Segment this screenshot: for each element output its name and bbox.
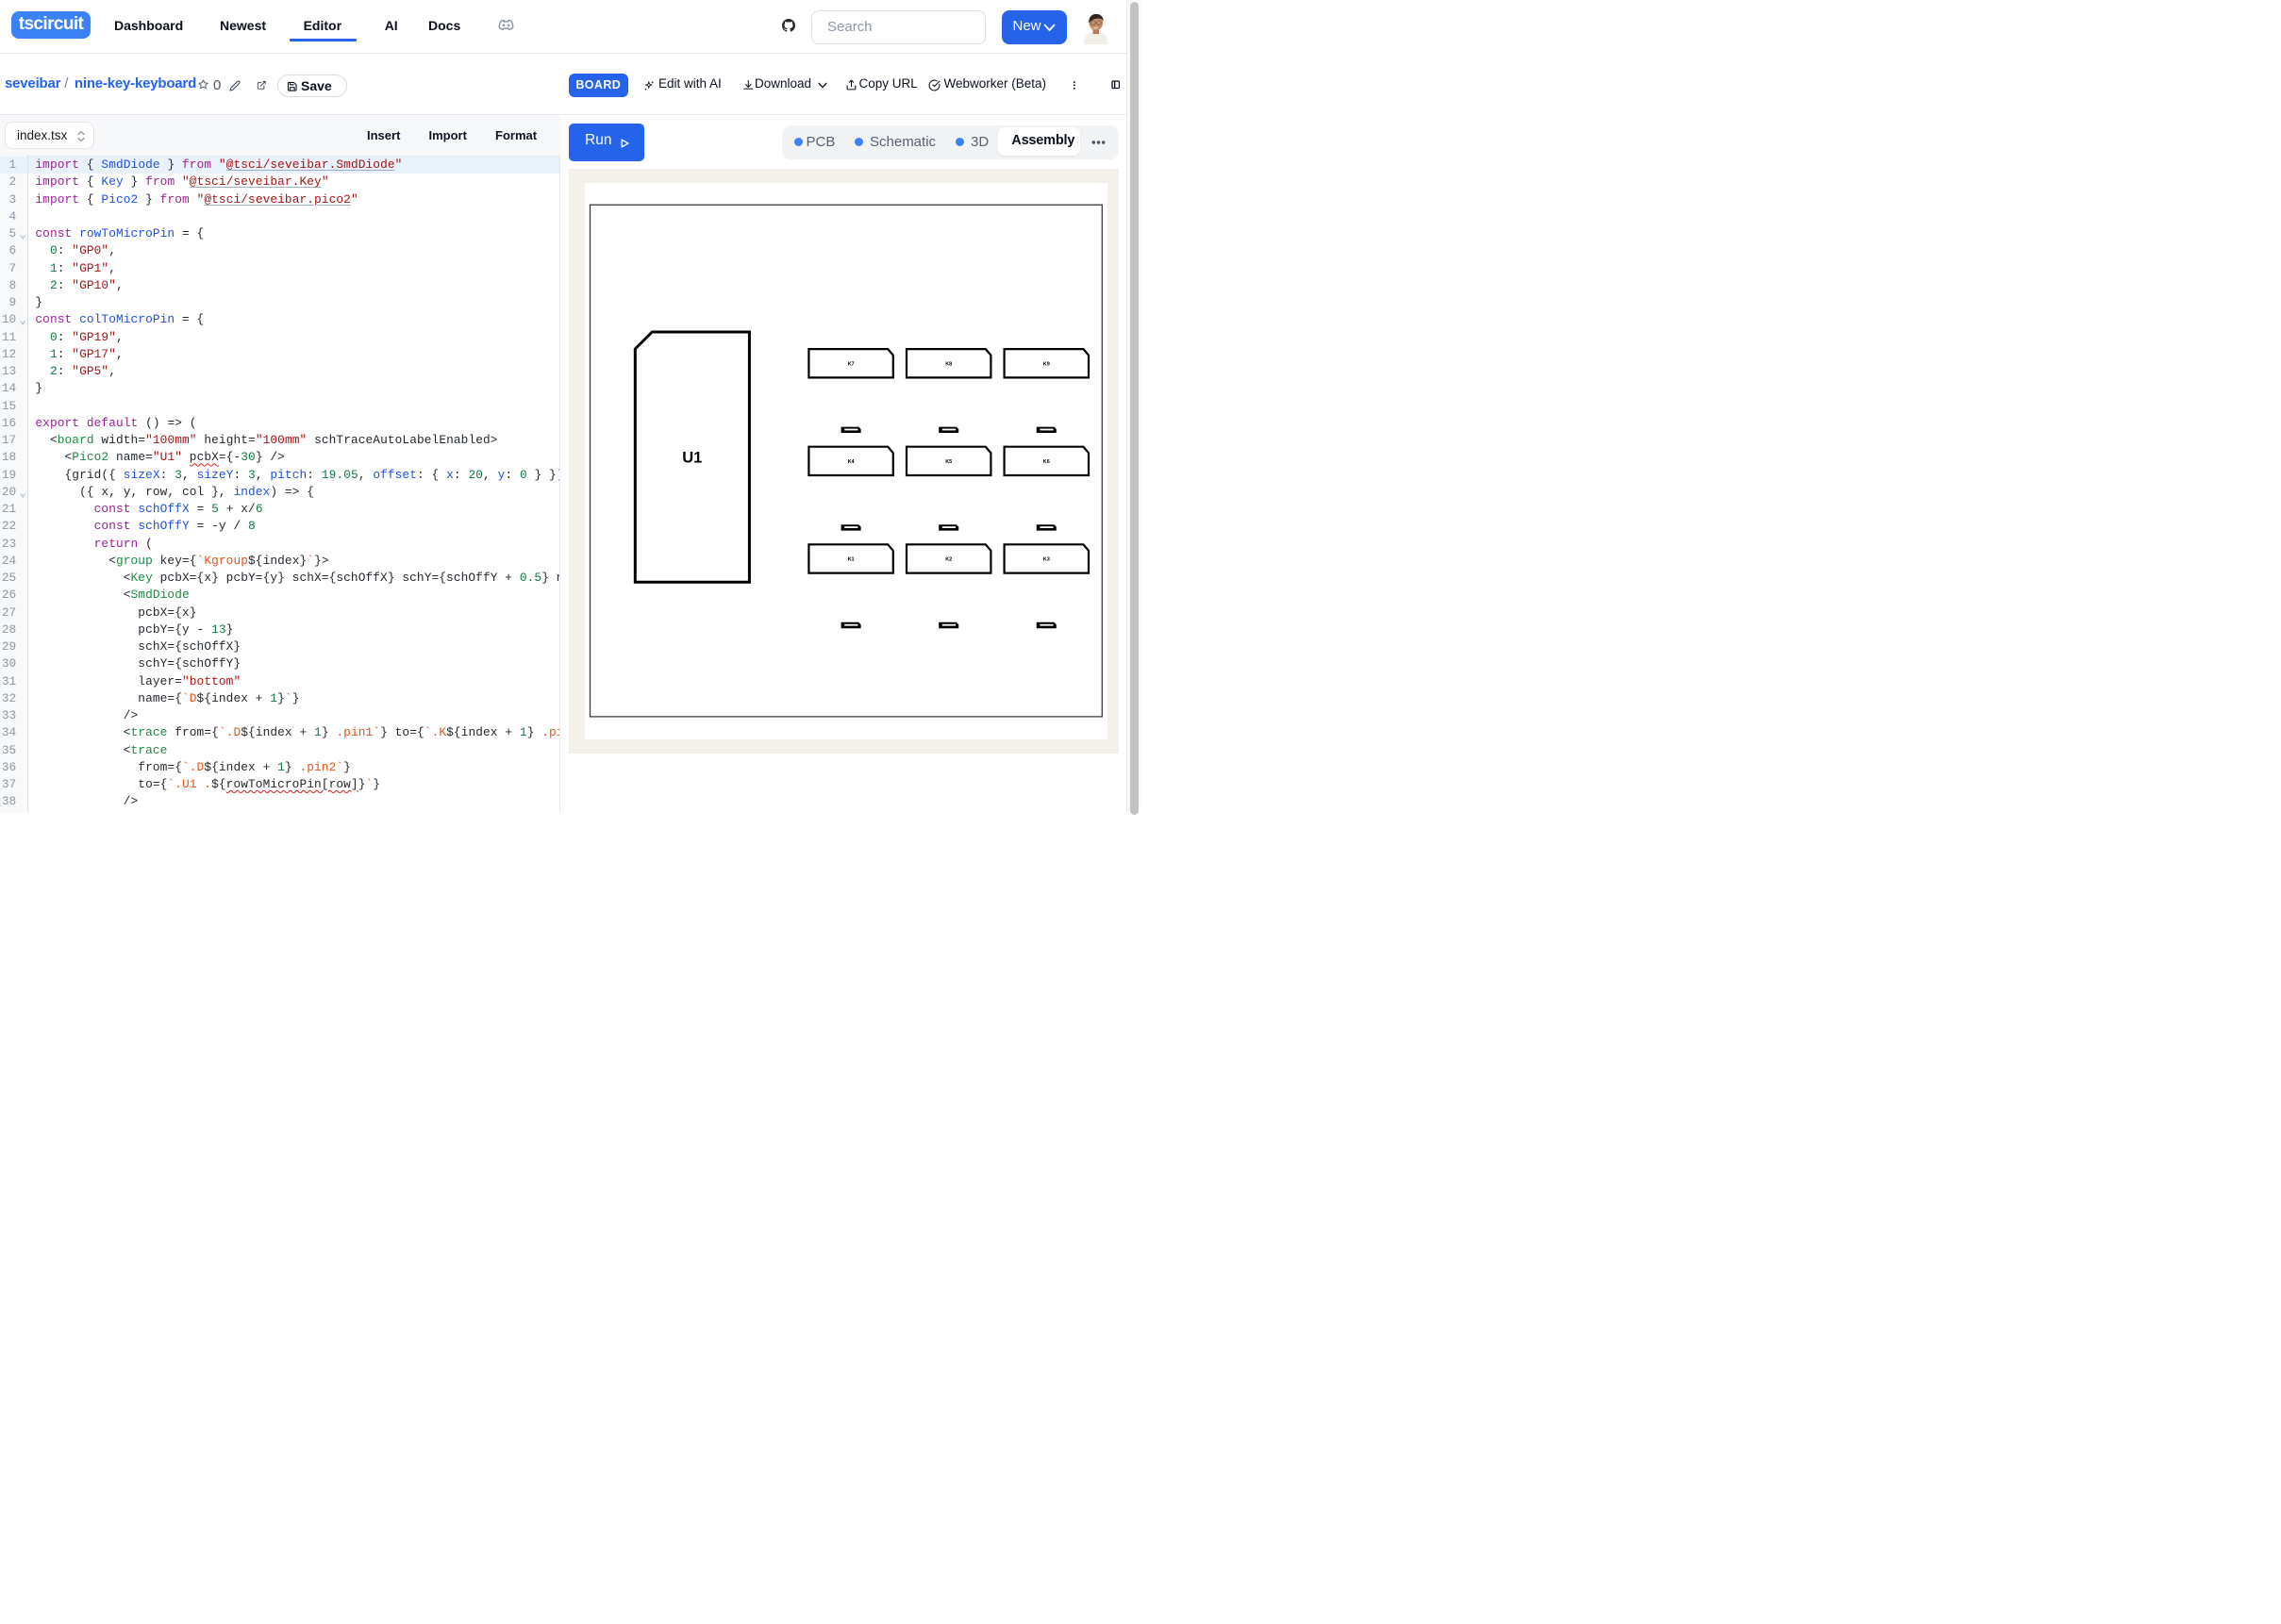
svg-text:K1: K1	[847, 556, 854, 562]
svg-text:K5: K5	[945, 459, 952, 465]
svg-text:K9: K9	[1042, 361, 1049, 367]
svg-text:K7: K7	[847, 361, 854, 367]
svg-text:K4: K4	[847, 459, 855, 465]
svg-text:U1: U1	[682, 449, 702, 466]
svg-text:K2: K2	[945, 556, 952, 562]
svg-text:K8: K8	[945, 361, 952, 367]
svg-text:K3: K3	[1042, 556, 1049, 562]
svg-text:K6: K6	[1042, 459, 1049, 465]
